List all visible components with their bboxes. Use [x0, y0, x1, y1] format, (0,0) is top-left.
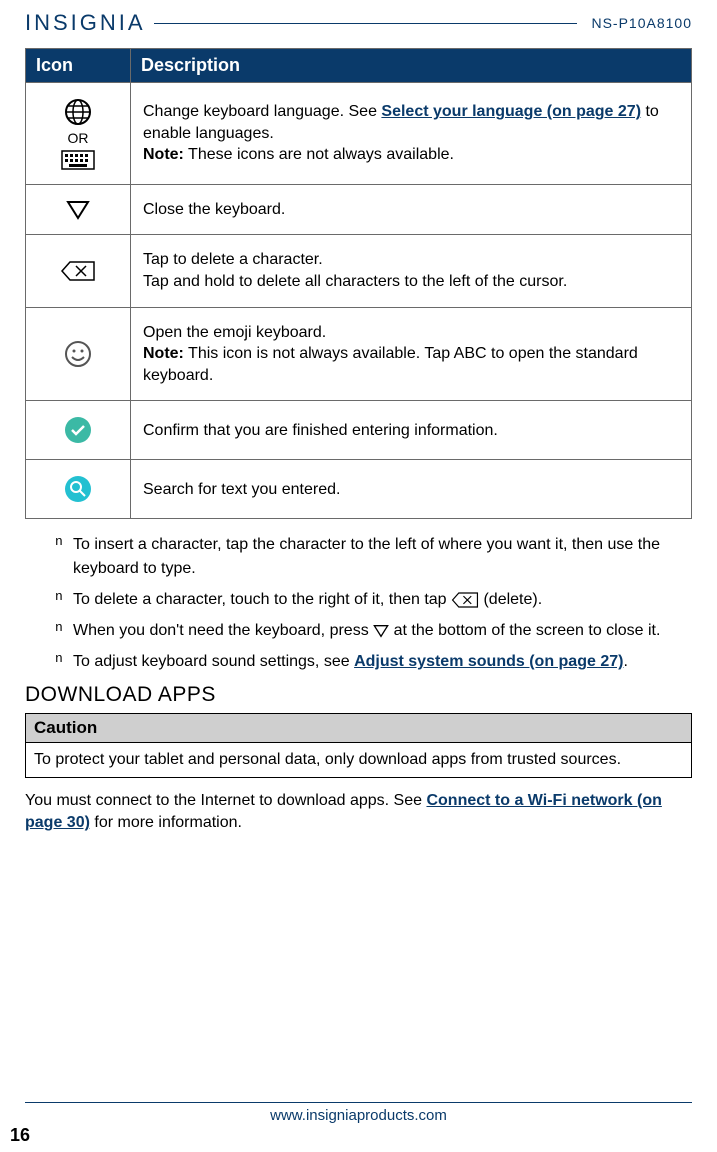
table-row: Tap to delete a character. Tap and hold …	[26, 235, 692, 307]
table-row: OR Change keyboard language. See Select …	[26, 83, 692, 185]
keyboard-icon	[61, 150, 95, 170]
adjust-sounds-link[interactable]: Adjust system sounds (on page 27)	[354, 653, 623, 670]
backspace-icon	[60, 260, 96, 282]
search-circle-icon	[63, 474, 93, 504]
table-header-icon: Icon	[26, 49, 131, 83]
footer-url: www.insigniaproducts.com	[25, 1107, 692, 1124]
table-cell-desc: Tap to delete a character. Tap and hold …	[131, 235, 692, 307]
select-language-link[interactable]: Select your language (on page 27)	[381, 103, 641, 120]
table-cell-desc: Open the emoji keyboard. Note: This icon…	[131, 307, 692, 401]
page-footer: www.insigniaproducts.com	[25, 1102, 692, 1124]
table-row: Search for text you entered.	[26, 460, 692, 519]
list-item: To delete a character, touch to the righ…	[55, 588, 692, 611]
page-header: INSIGNIA NS-P10A8100	[25, 0, 692, 36]
table-row: Confirm that you are finished entering i…	[26, 401, 692, 460]
table-header-description: Description	[131, 49, 692, 83]
caution-text: To protect your tablet and personal data…	[26, 743, 692, 778]
table-row: Close the keyboard.	[26, 184, 692, 235]
table-cell-desc: Search for text you entered.	[131, 460, 692, 519]
list-item: When you don't need the keyboard, press …	[55, 619, 692, 642]
down-triangle-inline-icon	[373, 624, 389, 638]
download-body: You must connect to the Internet to down…	[25, 790, 692, 835]
brand-logo: INSIGNIA	[25, 10, 146, 36]
table-cell-desc: Close the keyboard.	[131, 184, 692, 235]
globe-icon	[63, 97, 93, 127]
download-apps-heading: DOWNLOAD APPS	[25, 683, 692, 707]
icon-description-table: Icon Description OR	[25, 48, 692, 519]
table-row: Open the emoji keyboard. Note: This icon…	[26, 307, 692, 401]
page-number: 16	[10, 1125, 30, 1146]
caution-label: Caution	[26, 714, 692, 743]
model-number: NS-P10A8100	[591, 15, 692, 31]
table-cell-desc: Confirm that you are finished entering i…	[131, 401, 692, 460]
list-item: To adjust keyboard sound settings, see A…	[55, 650, 692, 673]
or-text: OR	[38, 129, 118, 148]
caution-box: Caution To protect your tablet and perso…	[25, 713, 692, 778]
down-triangle-icon	[66, 200, 90, 220]
emoji-icon	[63, 339, 93, 369]
tips-list: To insert a character, tap the character…	[55, 533, 692, 673]
table-cell-desc: Change keyboard language. See Select you…	[131, 83, 692, 185]
backspace-inline-icon	[451, 591, 479, 609]
checkmark-circle-icon	[63, 415, 93, 445]
header-rule	[154, 23, 578, 24]
list-item: To insert a character, tap the character…	[55, 533, 692, 579]
